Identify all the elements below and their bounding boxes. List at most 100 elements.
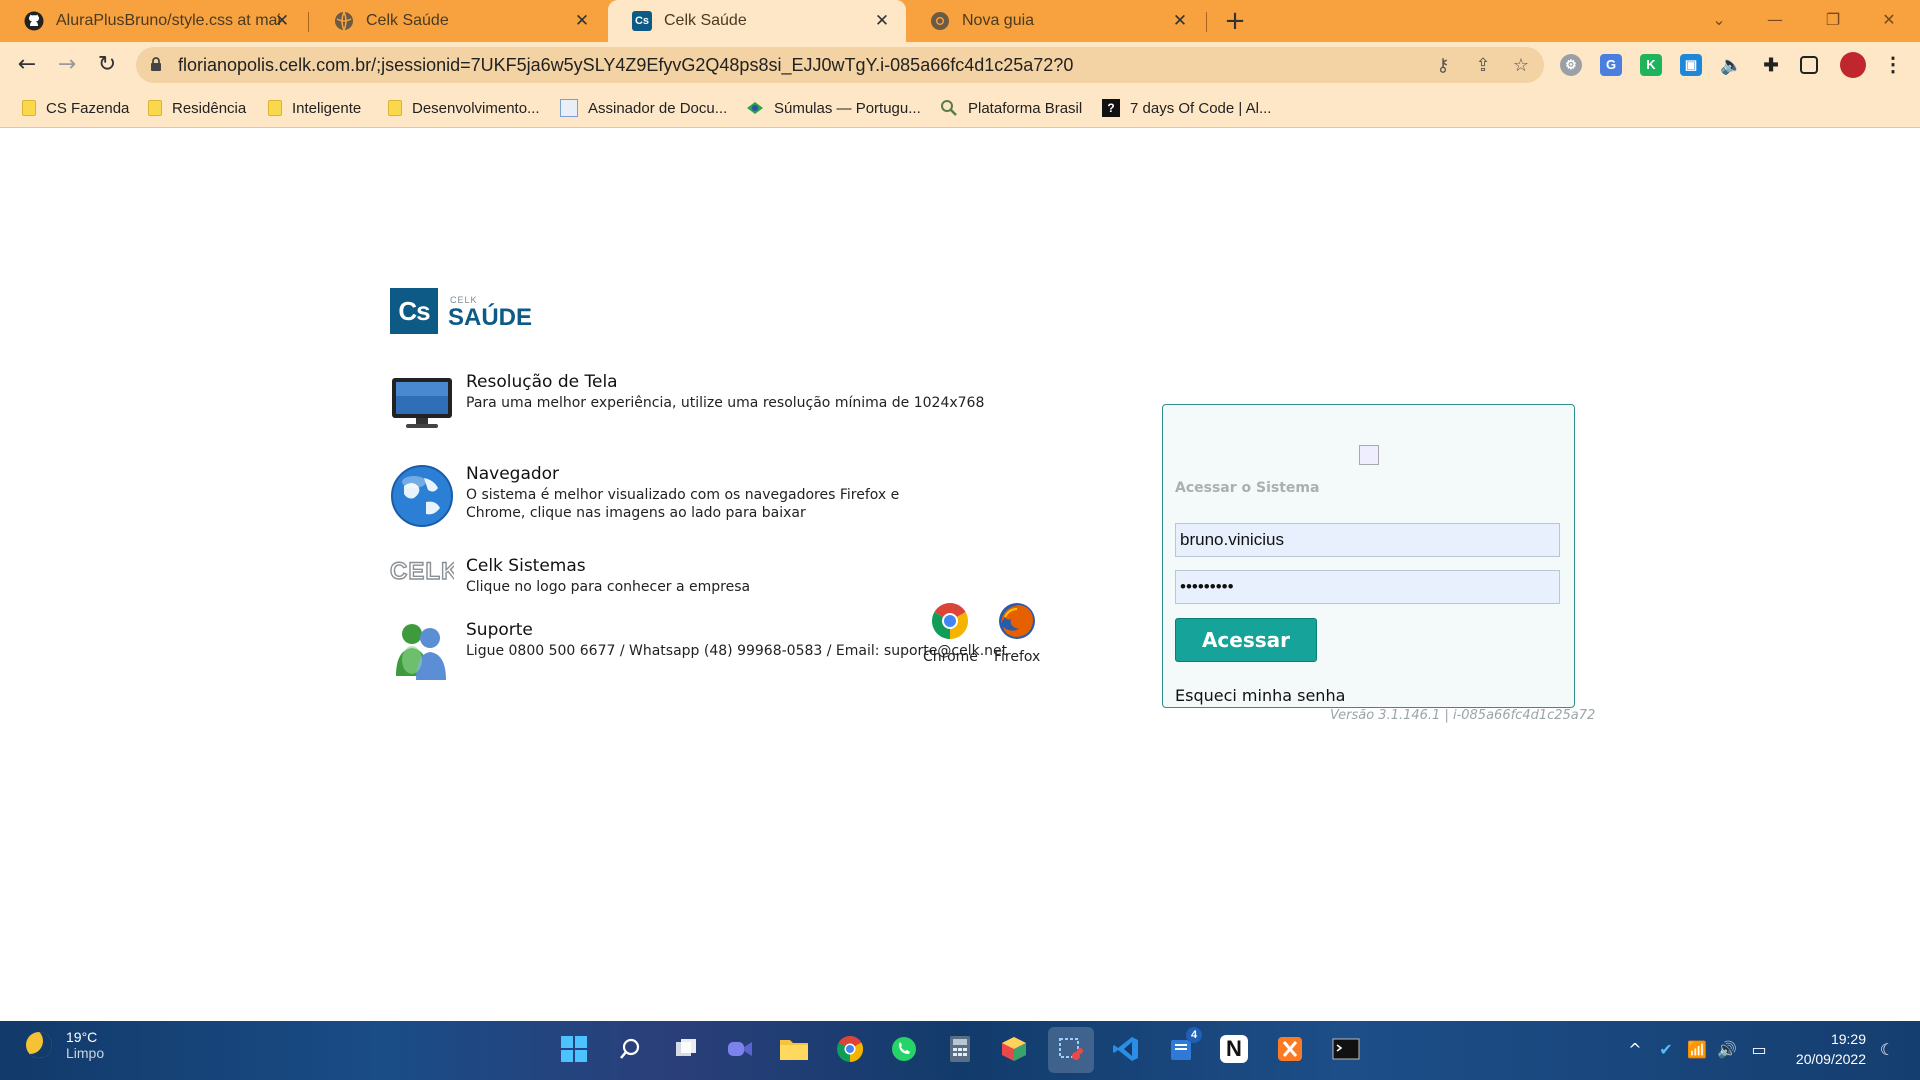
app-cube-icon[interactable] (998, 1033, 1030, 1065)
logo-box: Cs (390, 288, 438, 334)
tab-separator (308, 12, 309, 32)
bookmark-label: 7 days Of Code | Al... (1130, 99, 1272, 117)
celk-icon: Cs (632, 11, 652, 31)
clock[interactable]: 19:29 20/09/2022 (1796, 1029, 1866, 1069)
clock-time: 19:29 (1830, 1031, 1866, 1047)
close-tab-icon[interactable]: ✕ (272, 11, 292, 31)
chrome-icon (930, 11, 950, 31)
task-view-icon[interactable] (670, 1033, 702, 1065)
bookmark-item[interactable]: ? 7 days Of Code | Al... (1102, 96, 1271, 120)
terminal-icon[interactable] (1330, 1033, 1362, 1065)
weather-widget[interactable]: 19°C Limpo (26, 1029, 104, 1061)
key-icon[interactable]: ⚷ (1432, 55, 1454, 77)
info-celk-sistemas: CELK Celk Sistemas Clique no logo para c… (389, 556, 751, 596)
bookmark-item[interactable]: Desenvolvimento... (388, 96, 540, 120)
folder-icon (268, 100, 282, 116)
bookmark-star-icon[interactable]: ☆ (1510, 55, 1532, 77)
bookmark-label: Súmulas — Portugu... (774, 99, 921, 117)
page-content: Cs CELK SAÚDE Resolução de Tela Para uma… (0, 129, 1920, 1021)
snipping-tool-icon[interactable] (1048, 1027, 1094, 1073)
bookmark-item[interactable]: Inteligente (268, 96, 361, 120)
support-users-icon (390, 620, 454, 684)
brazil-icon (746, 99, 764, 117)
bookmark-item[interactable]: Residência (148, 96, 246, 120)
start-button[interactable] (558, 1033, 590, 1065)
profile-avatar[interactable] (1840, 52, 1866, 78)
side-panel-icon[interactable] (1800, 56, 1818, 74)
tab-nova-guia[interactable]: Nova guia ✕ (906, 0, 1204, 42)
close-tab-icon[interactable]: ✕ (572, 11, 592, 31)
wifi-icon[interactable]: 📶 (1686, 1039, 1708, 1061)
battery-icon[interactable]: ▭ (1748, 1039, 1770, 1061)
extensions-puzzle-icon[interactable]: ✚ (1760, 54, 1782, 76)
tab-github[interactable]: AluraPlusBruno/style.css at main ✕ (0, 0, 306, 42)
close-tab-icon[interactable]: ✕ (872, 11, 892, 31)
bookmark-item[interactable]: Assinador de Docu... (560, 96, 727, 120)
whatsapp-icon[interactable] (888, 1033, 920, 1065)
bookmark-item[interactable]: Súmulas — Portugu... (746, 96, 921, 120)
close-window-button[interactable]: ✕ (1866, 0, 1912, 42)
question-icon: ? (1102, 99, 1120, 117)
tab-search-chevron-icon[interactable]: ⌄ (1696, 0, 1742, 42)
section-desc: Ligue 0800 500 6677 / Whatsapp (48) 9996… (466, 643, 1008, 659)
calculator-icon[interactable] (944, 1033, 976, 1065)
menu-kebab-icon[interactable]: ⋮ (1882, 54, 1904, 76)
file-explorer-icon[interactable] (778, 1033, 810, 1065)
notion-icon[interactable]: N (1220, 1035, 1248, 1063)
browser-toolbar: ← → ↻ florianopolis.celk.com.br/;jsessio… (0, 42, 1920, 88)
focus-moon-icon[interactable]: ☾ (1876, 1039, 1898, 1061)
close-tab-icon[interactable]: ✕ (1170, 11, 1190, 31)
folder-icon (22, 100, 36, 116)
folder-icon (388, 100, 402, 116)
bookmark-label: Plataforma Brasil (968, 99, 1083, 117)
notes-app-icon[interactable]: 4 (1166, 1027, 1202, 1065)
logo-text: CELK SAÚDE (448, 288, 538, 334)
username-field[interactable]: bruno.vinicius (1175, 523, 1560, 557)
speaker-icon[interactable]: 🔈 (1720, 54, 1742, 76)
section-desc: Para uma melhor experiência, utilize uma… (466, 395, 985, 411)
tab-title: Nova guia (962, 12, 1035, 29)
minimize-button[interactable]: — (1752, 0, 1798, 42)
reload-button[interactable]: ↻ (92, 50, 122, 80)
search-icon[interactable] (614, 1033, 646, 1065)
vscode-icon[interactable] (1110, 1033, 1142, 1065)
bookmark-item[interactable]: Plataforma Brasil (940, 96, 1082, 120)
bookmark-label: Residência (172, 99, 247, 117)
taskbar: 19°C Limpo 4 N ^ ✔ 📶 🔊 ▭ 19:29 20/09/202… (0, 1021, 1920, 1080)
extension-k-icon[interactable]: K (1640, 54, 1662, 76)
bookmark-label: Assinador de Docu... (588, 99, 728, 117)
tab-celk-1[interactable]: Celk Saúde ✕ (310, 0, 606, 42)
section-desc: O sistema é melhor visualizado com os na… (466, 487, 900, 521)
celk-saude-logo: Cs CELK SAÚDE (390, 288, 538, 334)
section-desc: Clique no logo para conhecer a empresa (466, 579, 751, 595)
chrome-taskbar-icon[interactable] (834, 1033, 866, 1065)
restore-button[interactable]: ❐ (1810, 0, 1856, 42)
screenshot-extension-icon[interactable]: ▣ (1680, 54, 1702, 76)
celk-logo-icon[interactable]: CELK (389, 556, 459, 596)
plataforma-icon (940, 99, 958, 117)
google-translate-icon[interactable]: G (1600, 54, 1622, 76)
volume-icon[interactable]: 🔊 (1716, 1039, 1738, 1061)
address-bar[interactable]: florianopolis.celk.com.br/;jsessionid=7U… (136, 47, 1544, 83)
forward-button[interactable]: → (52, 50, 82, 80)
bookmark-item[interactable]: CS Fazenda (22, 96, 129, 120)
back-button[interactable]: ← (12, 50, 42, 80)
forgot-password-link[interactable]: Esqueci minha senha (1175, 686, 1345, 705)
broken-image-icon (1359, 445, 1379, 465)
tab-separator (1206, 12, 1207, 32)
share-icon[interactable]: ⇪ (1472, 55, 1494, 77)
chevron-up-icon[interactable]: ^ (1624, 1039, 1646, 1061)
password-field[interactable]: ••••••••• (1175, 570, 1560, 604)
new-tab-button[interactable]: + (1220, 6, 1250, 36)
globe-icon (390, 464, 454, 528)
tab-title: Celk Saúde (366, 12, 449, 29)
xampp-icon[interactable] (1274, 1033, 1306, 1065)
tab-celk-active[interactable]: Cs Celk Saúde ✕ (608, 0, 906, 42)
extension-gear-icon[interactable]: ⚙ (1560, 54, 1582, 76)
info-suporte: Suporte Ligue 0800 500 6677 / Whatsapp (… (390, 620, 1007, 684)
teams-chat-icon[interactable] (724, 1033, 756, 1065)
acessar-button[interactable]: Acessar (1175, 618, 1317, 662)
check-sync-icon[interactable]: ✔ (1655, 1039, 1677, 1061)
bookmarks-bar: CS Fazenda Residência Inteligente Desenv… (0, 88, 1920, 128)
logo-big-text: SAÚDE (448, 304, 533, 331)
